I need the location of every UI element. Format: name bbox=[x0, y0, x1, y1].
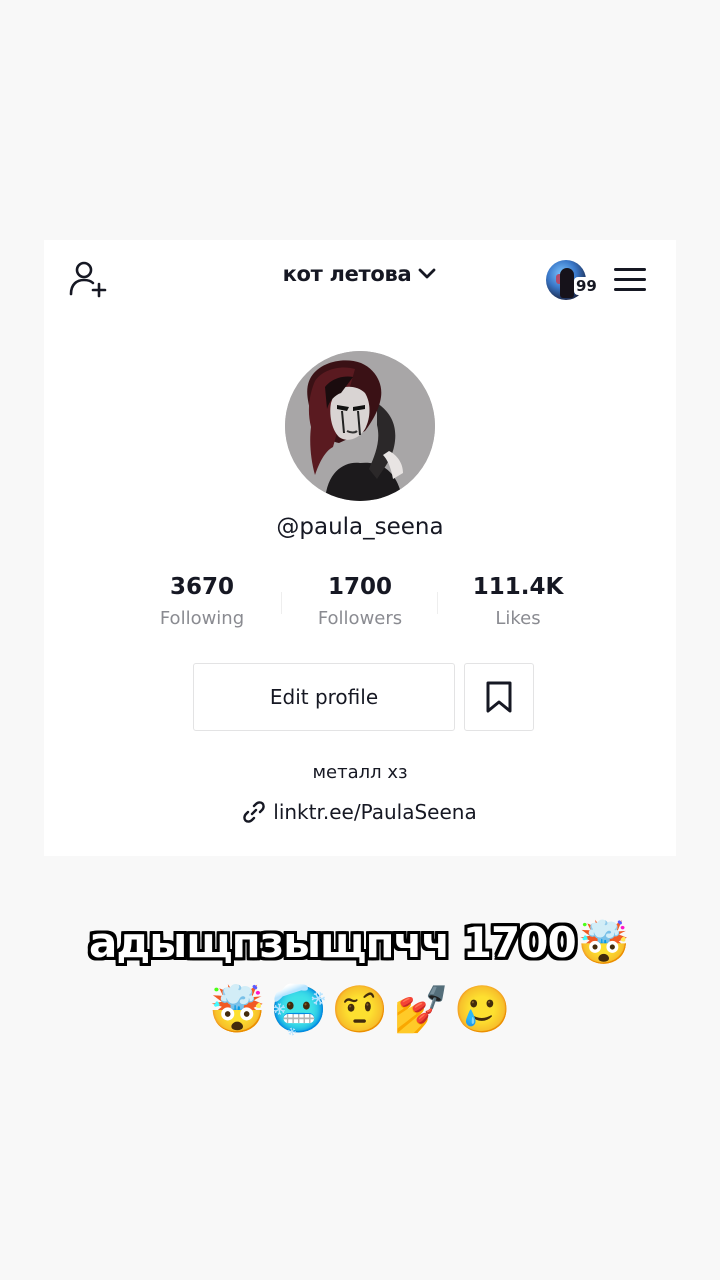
profile-link-row: linktr.ee/PaulaSeena bbox=[44, 800, 676, 827]
overlay-caption-line1: адыщпзыщпчч 1700🤯 bbox=[0, 918, 720, 968]
add-friends-button[interactable] bbox=[68, 260, 110, 302]
exploding-head-emoji: 🤯 bbox=[577, 918, 630, 967]
hamburger-menu-icon[interactable] bbox=[614, 266, 648, 294]
exploding-head-emoji: 🤯 bbox=[208, 982, 267, 1036]
stat-label: Likes bbox=[495, 608, 541, 629]
profile-avatar[interactable] bbox=[285, 351, 435, 501]
profile-link-text: linktr.ee/PaulaSeena bbox=[273, 800, 477, 824]
smiling-tear-emoji: 🥲 bbox=[453, 982, 512, 1036]
profile-username: @paula_seena bbox=[276, 514, 444, 540]
profile-link[interactable]: linktr.ee/PaulaSeena bbox=[243, 800, 477, 824]
stat-value: 3670 bbox=[169, 574, 234, 600]
nail-polish-emoji: 💅 bbox=[392, 982, 450, 1036]
avatar-photo bbox=[285, 351, 435, 501]
stat-value: 111.4K bbox=[472, 574, 564, 600]
favorites-button[interactable] bbox=[464, 663, 534, 731]
link-icon bbox=[243, 801, 266, 823]
stat-likes[interactable]: 111.4K Likes bbox=[439, 570, 597, 629]
add-user-icon bbox=[69, 261, 107, 298]
raised-eyebrow-emoji: 🤨 bbox=[331, 982, 389, 1036]
caption-text: адыщпзыщпчч 1700 bbox=[88, 918, 577, 967]
stat-following[interactable]: 3670 Following bbox=[123, 570, 281, 629]
stat-label: Following bbox=[159, 608, 245, 629]
stat-label: Followers bbox=[317, 608, 403, 629]
stat-followers[interactable]: 1700 Followers bbox=[281, 570, 439, 629]
account-name: кот летова bbox=[282, 262, 412, 286]
chevron-down-icon bbox=[419, 268, 436, 279]
bookmark-icon bbox=[486, 681, 512, 713]
story-avatar-figure bbox=[560, 268, 574, 298]
profile-bio: металл хз bbox=[312, 762, 408, 783]
edit-profile-button[interactable]: Edit profile bbox=[193, 663, 455, 731]
stat-value: 1700 bbox=[327, 574, 392, 600]
stat-divider bbox=[437, 592, 438, 614]
story-count-badge: 99 bbox=[574, 277, 599, 295]
profile-card: кот летова 99 @paula_seena 3670 Followin… bbox=[44, 240, 676, 856]
cold-face-emoji: 🥶 bbox=[270, 982, 328, 1036]
profile-top-bar: кот летова 99 bbox=[44, 240, 676, 320]
overlay-caption-line2: 🤯🥶🤨💅🥲 bbox=[0, 982, 720, 1037]
account-switch-button[interactable]: кот летова bbox=[283, 262, 438, 286]
